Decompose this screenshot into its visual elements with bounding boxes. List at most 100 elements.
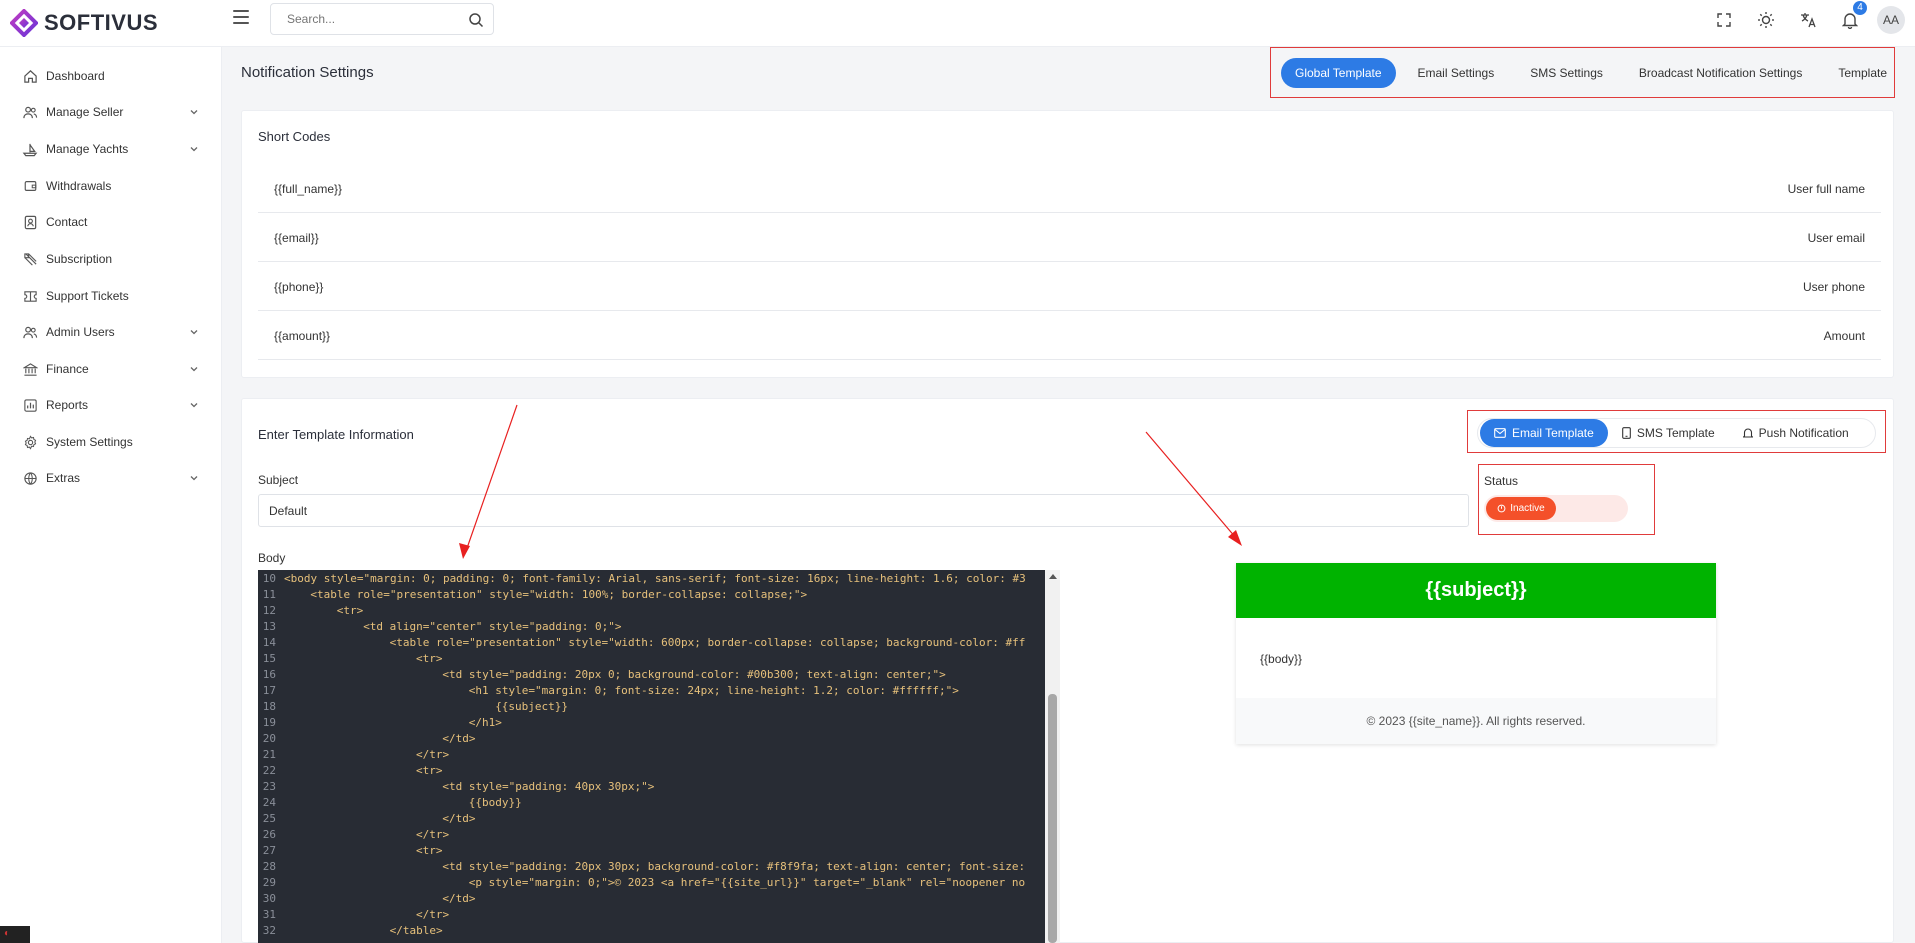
line-number: 25 (262, 812, 276, 825)
status-value: Inactive (1510, 503, 1545, 514)
code-line[interactable]: 24 {{body}} (258, 795, 1045, 811)
code-line[interactable]: 25 </td> (258, 811, 1045, 827)
tab-email-settings[interactable]: Email Settings (1404, 58, 1509, 88)
preview-body: {{body}} (1260, 652, 1303, 666)
editor-scrollbar-thumb[interactable] (1048, 694, 1057, 943)
sidebar-item-dashboard[interactable]: Dashboard (0, 63, 222, 89)
contact-icon (22, 214, 38, 230)
code-text: <table role="presentation" style="width:… (389, 636, 1026, 649)
sidebar-item-manage-seller[interactable]: Manage Seller (0, 99, 222, 125)
status-toggle[interactable]: Inactive (1484, 495, 1628, 522)
code-line[interactable]: 11 <table role="presentation" style="widt… (258, 587, 1045, 603)
code-line[interactable]: 20 </td> (258, 731, 1045, 747)
code-line[interactable]: 16 <td style="padding: 20px 0; background… (258, 667, 1045, 683)
topbar: SOFTIVUS 4 AA (0, 0, 1915, 47)
scroll-up-arrow-icon[interactable] (1049, 574, 1057, 579)
code-text: <h1 style="margin: 0; font-size: 24px; l… (468, 684, 959, 697)
sidebar-item-system-settings[interactable]: System Settings (0, 429, 222, 455)
editor-scrollbar[interactable] (1045, 570, 1060, 943)
code-text: <table role="presentation" style="width:… (310, 588, 808, 601)
body-code-editor[interactable]: 10 <body style="margin: 0; padding: 0; fo… (258, 570, 1060, 943)
code-line[interactable]: 10 <body style="margin: 0; padding: 0; fo… (258, 571, 1045, 587)
code-line[interactable]: 12 <tr> (258, 603, 1045, 619)
code-line[interactable]: 14 <table role="presentation" style="widt… (258, 635, 1045, 651)
code-text: <p style="margin: 0;">© 2023 <a href="{{… (468, 876, 1026, 889)
body-label: Body (258, 551, 286, 565)
code-line[interactable]: 29 <p style="margin: 0;">© 2023 <a href="… (258, 875, 1045, 891)
report-icon (22, 397, 38, 413)
code-text: </table> (389, 924, 443, 937)
sidebar-item-admin-users[interactable]: Admin Users (0, 319, 222, 345)
code-line[interactable]: 18 {{subject}} (258, 699, 1045, 715)
translate-icon[interactable] (1795, 7, 1821, 33)
status-label: Status (1484, 474, 1519, 488)
code-text: <td style="padding: 20px 30px; backgroun… (442, 860, 1026, 873)
code-line[interactable]: 19 </h1> (258, 715, 1045, 731)
template-info-title: Enter Template Information (258, 427, 414, 442)
user-avatar[interactable]: AA (1877, 6, 1905, 34)
tab-sms-settings[interactable]: SMS Settings (1516, 58, 1617, 88)
menu-toggle-icon[interactable] (233, 10, 249, 24)
notification-count-badge: 4 (1853, 1, 1867, 15)
power-icon (1497, 504, 1506, 513)
code-text: </td> (442, 892, 476, 905)
code-line[interactable]: 22 <tr> (258, 763, 1045, 779)
line-number: 18 (262, 700, 276, 713)
code-line[interactable]: 13 <td align="center" style="padding: 0;"… (258, 619, 1045, 635)
sidebar-item-contact[interactable]: Contact (0, 209, 222, 235)
notification-bell-icon[interactable]: 4 (1837, 1, 1867, 33)
fullscreen-icon[interactable] (1711, 7, 1737, 33)
brand-logo[interactable]: SOFTIVUS (10, 8, 158, 38)
sidebar-item-label: Support Tickets (46, 289, 129, 303)
sidebar-item-withdrawals[interactable]: Withdrawals (0, 173, 222, 199)
code-line[interactable]: 15 <tr> (258, 651, 1045, 667)
code-line[interactable]: 21 </tr> (258, 747, 1045, 763)
chevron-down-icon (190, 367, 198, 372)
code-line[interactable]: 17 <h1 style="margin: 0; font-size: 24px;… (258, 683, 1045, 699)
code-line[interactable]: 28 <td style="padding: 20px 30px; backgro… (258, 859, 1045, 875)
code-line[interactable]: 26 </tr> (258, 827, 1045, 843)
short-code: {{email}} (274, 230, 319, 245)
tab-broadcast-notification-settings[interactable]: Broadcast Notification Settings (1625, 58, 1816, 88)
preview-subject: {{subject}} (1236, 563, 1716, 618)
line-number: 21 (262, 748, 276, 761)
sidebar-item-finance[interactable]: Finance (0, 356, 222, 382)
line-number: 31 (262, 908, 276, 921)
email-preview: {{subject}} {{body}} © 2023 {{site_name}… (1236, 563, 1716, 744)
sidebar-item-reports[interactable]: Reports (0, 392, 222, 418)
sidebar-item-subscription[interactable]: Subscription (0, 246, 222, 272)
debug-toolbar-icon[interactable]: ◐ (0, 926, 30, 943)
sidebar-item-label: System Settings (46, 435, 133, 449)
mail-icon (1494, 428, 1506, 438)
code-line[interactable]: 27 <tr> (258, 843, 1045, 859)
tab-push-notification[interactable]: Push Notification (1729, 419, 1863, 447)
template-type-tabs-highlight: Email Template SMS Template Push Notific… (1467, 410, 1886, 453)
tab-template[interactable]: Template (1824, 58, 1901, 88)
search-input[interactable] (271, 4, 451, 34)
admin-users-icon (22, 324, 38, 340)
tab-sms-template[interactable]: SMS Template (1608, 419, 1729, 447)
theme-toggle-icon[interactable] (1753, 7, 1779, 33)
subscription-icon (22, 251, 38, 267)
tab-email-template[interactable]: Email Template (1480, 419, 1608, 447)
line-number: 10 (262, 572, 276, 585)
code-line[interactable]: 31 </tr> (258, 907, 1045, 923)
subject-input[interactable] (258, 494, 1469, 527)
code-line[interactable]: 30 </td> (258, 891, 1045, 907)
sidebar-item-extras[interactable]: Extras (0, 465, 222, 491)
short-code: {{full_name}} (274, 181, 343, 196)
code-text: {{body}} (468, 796, 522, 809)
line-number: 17 (262, 684, 276, 697)
sidebar-item-label: Dashboard (46, 69, 105, 83)
search-icon[interactable] (468, 12, 484, 28)
sidebar-item-manage-yachts[interactable]: Manage Yachts (0, 136, 222, 162)
chevron-down-icon (190, 110, 198, 115)
chevron-down-icon (190, 403, 198, 408)
code-text: </tr> (416, 748, 450, 761)
code-text: </h1> (468, 716, 502, 729)
short-code-row: {{full_name}} User full name (258, 165, 1881, 213)
code-line[interactable]: 32 </table> (258, 923, 1045, 939)
code-line[interactable]: 23 <td style="padding: 40px 30px;"> (258, 779, 1045, 795)
sidebar-item-support-tickets[interactable]: Support Tickets (0, 283, 222, 309)
tab-global-template[interactable]: Global Template (1281, 57, 1396, 88)
